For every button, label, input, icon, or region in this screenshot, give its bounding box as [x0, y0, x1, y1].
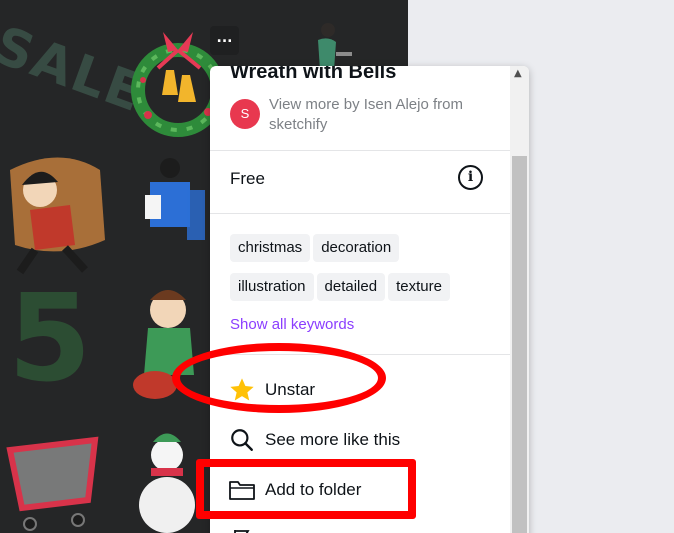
scroll-up-arrow-icon[interactable]: ▲ [514, 68, 522, 79]
number-five-graphic[interactable]: 5 [8, 270, 92, 409]
popover-scrollbar[interactable]: ▲ [510, 66, 529, 533]
author-link[interactable]: View more by Isen Alejo from sketchify [269, 95, 499, 135]
more-options-button[interactable]: ... [210, 26, 239, 55]
tag-texture[interactable]: texture [388, 273, 450, 301]
tag-decoration[interactable]: decoration [313, 234, 400, 262]
next-menu-item[interactable] [228, 524, 488, 533]
scrollbar-thumb[interactable] [512, 156, 527, 533]
see-more-label: See more like this [265, 430, 401, 449]
search-icon [228, 426, 256, 454]
keyword-tags: christmas decoration illustration detailed… [230, 234, 500, 312]
element-title: Wreath with Bells [230, 66, 397, 83]
boy-character-graphic[interactable] [0, 150, 115, 275]
shopper-graphic[interactable] [125, 150, 215, 250]
annotation-ellipse [172, 343, 386, 413]
divider [210, 213, 510, 214]
tag-christmas[interactable]: christmas [230, 234, 311, 262]
tag-detailed[interactable]: detailed [316, 273, 386, 301]
shopping-cart-graphic[interactable] [0, 420, 110, 533]
see-more-like-this-menu-item[interactable]: See more like this [228, 425, 488, 455]
info-icon[interactable]: i [458, 165, 483, 190]
divider [210, 150, 510, 151]
price-label: Free [230, 169, 265, 188]
flag-icon [228, 525, 256, 533]
author-avatar[interactable]: S [230, 99, 260, 129]
annotation-rectangle [196, 459, 416, 519]
tag-illustration[interactable]: illustration [230, 273, 314, 301]
show-all-keywords-link[interactable]: Show all keywords [230, 316, 354, 333]
